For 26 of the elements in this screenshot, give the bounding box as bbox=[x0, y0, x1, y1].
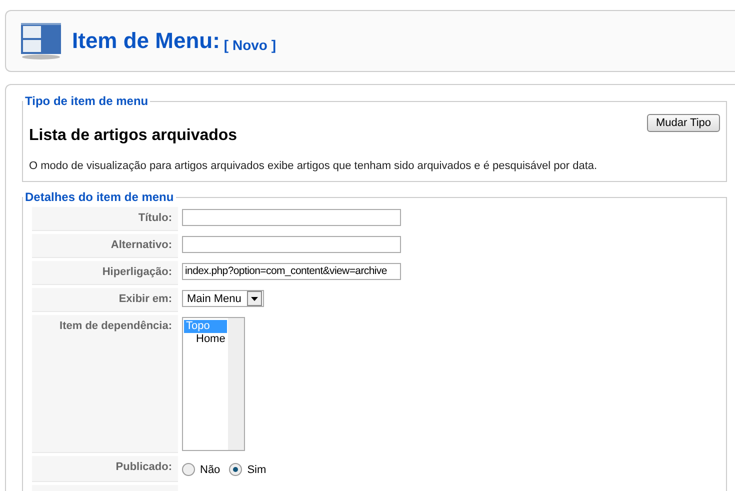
fieldset-legend: Tipo de item de menu bbox=[23, 94, 150, 108]
menu-manager-icon bbox=[20, 22, 62, 60]
caret-icon bbox=[247, 291, 262, 306]
text-field[interactable] bbox=[182, 236, 401, 253]
menu-type-name: Lista de artigos arquivados bbox=[29, 127, 238, 145]
list-option[interactable]: Home bbox=[184, 333, 228, 346]
radio-label: Não bbox=[200, 464, 220, 476]
radio-button[interactable] bbox=[229, 463, 242, 476]
menu-type-description: O modo de visualização para artigos arquivados exibe artigos que tenham sido arquivados e é pesquisável por data. bbox=[29, 160, 598, 172]
list-box[interactable]: Topo Home bbox=[182, 317, 245, 451]
field-label: Exibir em: bbox=[32, 288, 178, 312]
radio-label: Sim bbox=[247, 464, 266, 476]
field-label: Hiperligação: bbox=[32, 261, 178, 285]
dropdown[interactable]: Main Menu bbox=[182, 290, 264, 307]
field-label: Publicado: bbox=[32, 456, 178, 482]
text-field[interactable] bbox=[182, 209, 401, 226]
text-field[interactable]: index.php?option=com_content&view=archive bbox=[182, 263, 401, 280]
page-subtitle: [ Novo ] bbox=[224, 37, 276, 53]
field-label: Alternativo: bbox=[32, 234, 178, 258]
fieldset-legend: Detalhes do item de menu bbox=[23, 190, 176, 204]
change-type-button[interactable]: Mudar Tipo bbox=[646, 114, 720, 132]
field-label: Item de dependência: bbox=[32, 315, 178, 453]
radio-button[interactable] bbox=[182, 463, 195, 476]
scrollbar[interactable] bbox=[228, 318, 244, 450]
page-title: Item de Menu: bbox=[72, 28, 220, 53]
field-label: Título: bbox=[32, 207, 178, 231]
